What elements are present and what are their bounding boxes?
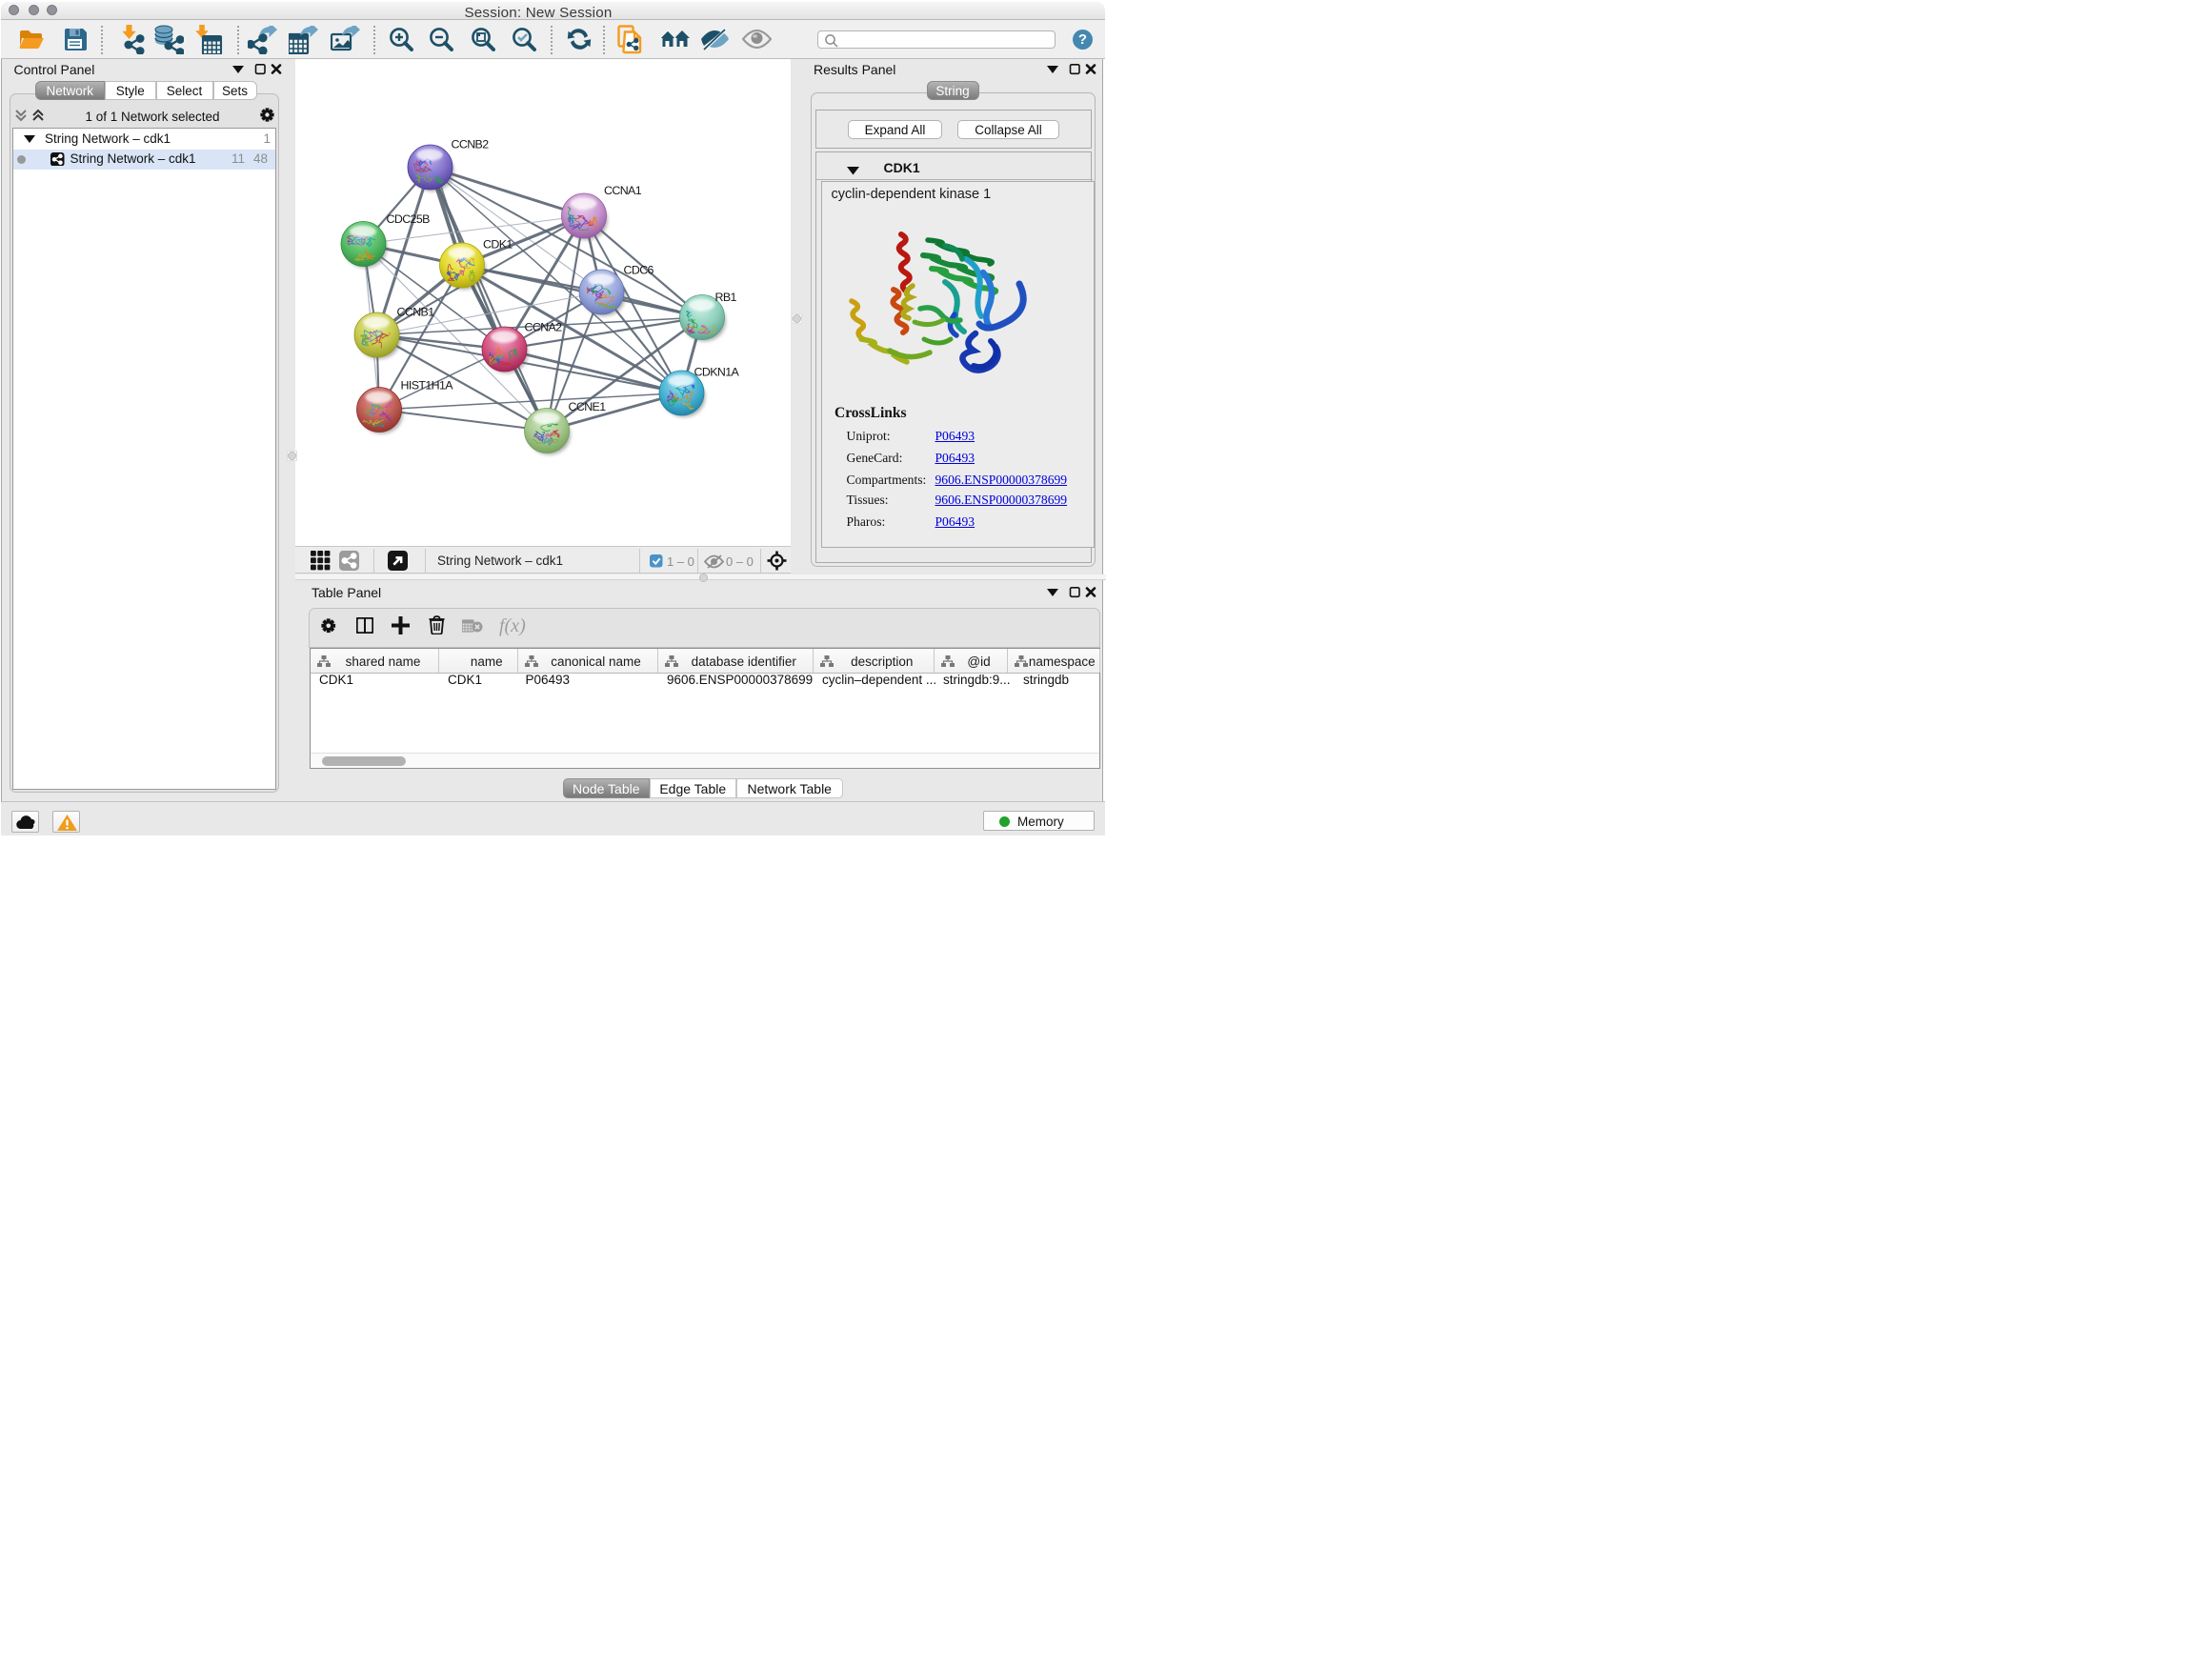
svg-text:CDK1: CDK1 [483, 238, 513, 252]
svg-text:CDC6: CDC6 [624, 264, 654, 277]
svg-text:CCNB1: CCNB1 [397, 306, 435, 319]
svg-text:CCNE1: CCNE1 [569, 400, 607, 413]
svg-text:CDKN1A: CDKN1A [694, 366, 740, 379]
svg-text:CCNB2: CCNB2 [452, 138, 490, 151]
svg-text:CCNA2: CCNA2 [525, 321, 563, 334]
svg-text:CCNA1: CCNA1 [604, 184, 642, 197]
svg-text:CDC25B: CDC25B [387, 212, 431, 226]
svg-text:HIST1H1A: HIST1H1A [401, 379, 454, 393]
svg-text:RB1: RB1 [715, 291, 737, 304]
